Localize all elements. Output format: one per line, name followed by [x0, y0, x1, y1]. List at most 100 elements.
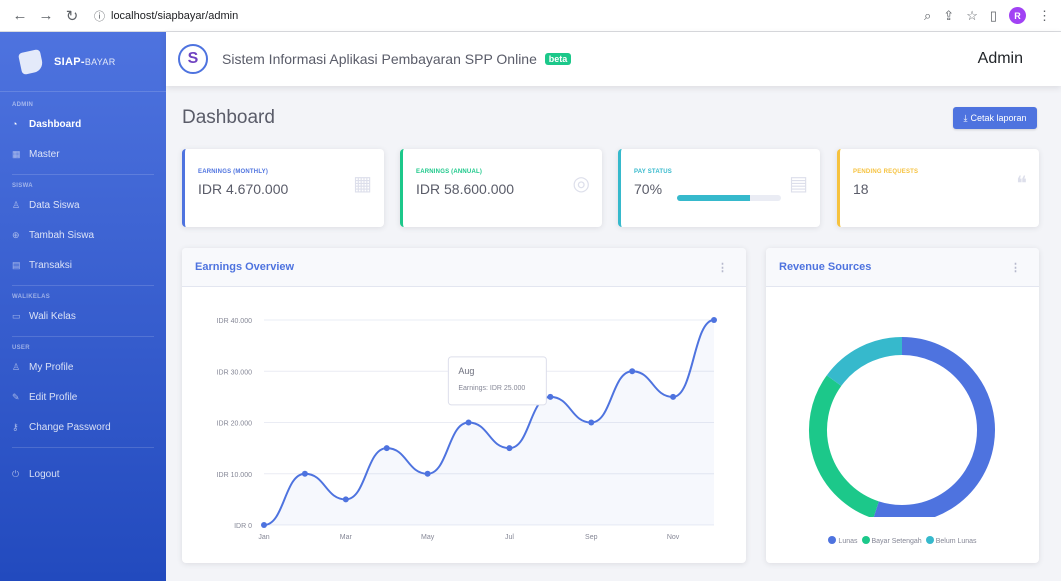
sidebar-item-label: Wali Kelas [29, 310, 76, 322]
dashboard-icon: ◔ [12, 119, 18, 129]
stat-card-pay-status: PAY STATUS 70% ▤ [618, 149, 820, 227]
stat-value: IDR 4.670.000 [198, 181, 289, 197]
cetak-laporan-button[interactable]: ⤓ Cetak laporan [953, 107, 1037, 129]
menu-kebab-icon[interactable]: ⋮ [1038, 8, 1051, 24]
data-point [711, 317, 717, 323]
data-point [629, 368, 636, 375]
user-name[interactable]: Admin [978, 50, 1023, 68]
sidebar-item-label: Data Siswa [29, 199, 80, 211]
sidebar-heading: USER [12, 345, 30, 351]
topbar: S Sistem Informasi Aplikasi Pembayaran S… [166, 32, 1061, 86]
data-point [424, 470, 431, 477]
app-logo-icon: S [178, 44, 208, 74]
sidebar-item-label: Edit Profile [29, 391, 78, 403]
sidebar: SIAP-BAYAR ADMIN ◔ Dashboard ▦ Master SISWA ♙ D… [0, 32, 166, 581]
logout-button[interactable]: ⏻ Logout [0, 464, 166, 484]
stat-card-earnings-monthly: EARNINGS (MONTHLY) IDR 4.670.000 ▦ [182, 149, 384, 227]
revenue-donut-chart [809, 337, 995, 517]
sidebar-item-data-siswa[interactable]: ♙ Data Siswa [0, 195, 166, 215]
revenue-sources-card: Revenue Sources ⋮ Lunas Bayar Setengah Bel… [766, 248, 1039, 563]
sidebar-item-label: My Profile [29, 361, 74, 373]
sidebar-item-label: Dashboard [29, 118, 82, 130]
calendar-icon: ▦ [353, 173, 372, 195]
stat-label: EARNINGS (ANNUAL) [416, 169, 483, 175]
data-point [547, 393, 554, 400]
legend-swatch [861, 536, 870, 544]
sidebar-item-dashboard[interactable]: ◔ Dashboard [0, 114, 166, 134]
data-point [506, 445, 513, 452]
forward-icon[interactable]: → [36, 6, 56, 26]
sidebar-item-edit-profile[interactable]: ✎ Edit Profile [0, 387, 166, 407]
revenue-card-header: Revenue Sources ⋮ [766, 248, 1039, 287]
data-point [465, 419, 472, 426]
x-tick-label: Sep [585, 534, 598, 541]
sidepanel-icon[interactable]: ▯ [990, 8, 997, 24]
user-plus-icon: ⊕ [12, 229, 20, 240]
back-icon[interactable]: ← [10, 6, 30, 26]
earnings-card-header: Earnings Overview ⋮ [182, 248, 746, 287]
brand-logo-icon [17, 48, 45, 75]
revenue-card-title: Revenue Sources [779, 261, 872, 273]
sidebar-divider [12, 336, 154, 337]
address-bar[interactable]: ⓘ localhost/siapbayar/admin [94, 8, 238, 24]
legend-item[interactable]: Bayar Setengah [861, 536, 922, 545]
y-tick-label: IDR 30.000 [217, 369, 253, 376]
stat-card-pending-requests: PENDING REQUESTS 18 ❝ [837, 149, 1039, 227]
legend-label: Belum Lunas [935, 538, 977, 545]
y-tick-label: IDR 20.000 [217, 421, 253, 428]
profile-avatar[interactable]: R [1009, 7, 1026, 24]
x-tick-label: Nov [667, 534, 680, 541]
legend-label: Bayar Setengah [871, 538, 922, 545]
stat-value: IDR 58.600.000 [416, 181, 515, 197]
sidebar-item-label: Change Password [29, 421, 111, 433]
coins-icon: ◎ [572, 173, 590, 195]
comments-icon: ❝ [1016, 173, 1027, 195]
revenue-card-menu-icon[interactable]: ⋮ [1010, 261, 1021, 274]
x-tick-label: Mar [340, 534, 353, 541]
sidebar-item-my-profile[interactable]: ♙ My Profile [0, 357, 166, 377]
legend-item[interactable]: Lunas [828, 536, 858, 545]
legend-swatch [925, 536, 934, 544]
zoom-icon[interactable]: ⌕ [924, 8, 931, 24]
sidebar-item-label: Master [29, 148, 60, 160]
earnings-card-menu-icon[interactable]: ⋮ [717, 261, 728, 274]
browser-toolbar: ← → ↻ ⓘ localhost/siapbayar/admin ⌕ ⇪ ☆ … [0, 0, 1061, 32]
sidebar-item-label: Transaksi [29, 259, 72, 271]
brand-name: SIAP-BAYAR [54, 55, 116, 68]
user-icon: ♙ [12, 199, 21, 210]
stat-value: 18 [853, 181, 869, 197]
earnings-overview-card: Earnings Overview ⋮ IDR 0 IDR 10.000 IDR 2… [182, 248, 746, 563]
reload-icon[interactable]: ↻ [62, 6, 82, 26]
revenue-legend: Lunas Bayar Setengah Belum Lunas [766, 536, 1039, 545]
power-icon: ⏻ [12, 468, 20, 479]
x-tick-label: Jul [505, 534, 514, 541]
sidebar-heading: WALIKELAS [12, 294, 51, 300]
donut-slice-lunas [873, 337, 995, 517]
earnings-card-title: Earnings Overview [195, 261, 295, 273]
sidebar-item-change-password[interactable]: ⚷ Change Password [0, 417, 166, 437]
logout-label: Logout [29, 468, 60, 480]
data-point [383, 445, 390, 452]
legend-item[interactable]: Belum Lunas [925, 536, 977, 545]
sidebar-item-transaksi[interactable]: ▤ Transaksi [0, 255, 166, 275]
data-point [670, 393, 677, 400]
share-icon[interactable]: ⇪ [943, 8, 954, 24]
table-icon: ▦ [12, 148, 21, 159]
info-icon: ⓘ [94, 10, 105, 23]
sidebar-divider [12, 447, 154, 448]
data-point [588, 419, 595, 426]
donut-slice-bayar-setengah [809, 375, 880, 517]
sidebar-divider [12, 285, 154, 286]
bookmark-star-icon[interactable]: ☆ [966, 8, 978, 24]
stat-card-earnings-annual: EARNINGS (ANNUAL) IDR 58.600.000 ◎ [400, 149, 602, 227]
sidebar-item-tambah-siswa[interactable]: ⊕ Tambah Siswa [0, 225, 166, 245]
sidebar-item-wali-kelas[interactable]: ▭ Wali Kelas [0, 306, 166, 326]
sidebar-brand[interactable]: SIAP-BAYAR [0, 32, 166, 92]
data-point [261, 522, 267, 528]
clipboard-icon: ▤ [789, 173, 808, 195]
sidebar-heading: SISWA [12, 183, 33, 189]
earnings-line-chart: IDR 0 IDR 10.000 IDR 20.000 IDR 30.000 IDR 4… [217, 317, 717, 541]
tooltip-text: Earnings: IDR 25.000 [458, 385, 525, 392]
donut-slice-belum-lunas [826, 337, 903, 387]
sidebar-item-master[interactable]: ▦ Master [0, 144, 166, 164]
